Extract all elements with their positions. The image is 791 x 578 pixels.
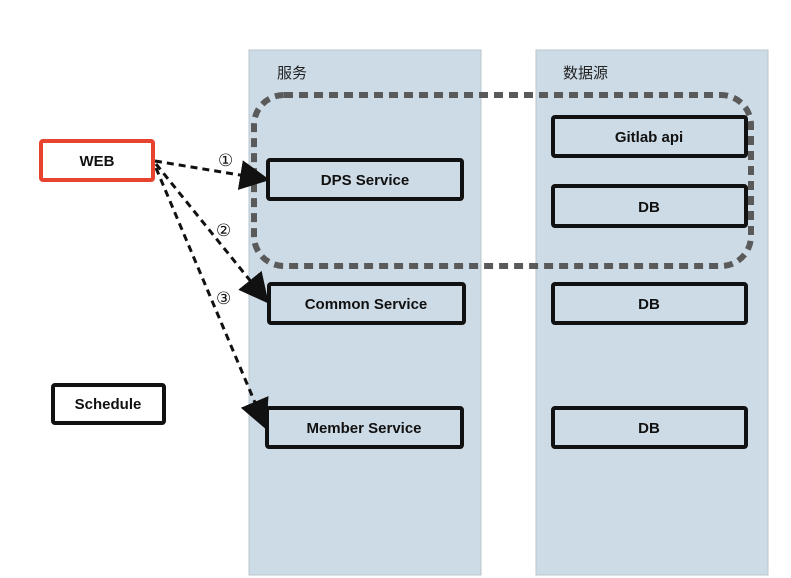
- node-common-service-label: Common Service: [305, 296, 428, 313]
- node-member-service-label: Member Service: [306, 420, 421, 437]
- architecture-diagram: 服务 数据源 WEB Schedule DPS Service Common S…: [39, 49, 769, 576]
- node-gitlab-api-label: Gitlab api: [615, 129, 683, 146]
- edge-label-1: ①: [218, 151, 233, 170]
- node-web-label: WEB: [80, 153, 115, 170]
- edge-label-3: ③: [216, 289, 231, 308]
- edge-label-2: ②: [216, 221, 231, 240]
- node-web[interactable]: WEB: [39, 139, 155, 182]
- node-dps-service-label: DPS Service: [321, 172, 409, 189]
- node-db-member-label: DB: [638, 420, 660, 437]
- node-db-dps-label: DB: [638, 199, 660, 216]
- node-schedule[interactable]: Schedule: [51, 383, 166, 425]
- node-db-common-label: DB: [638, 296, 660, 313]
- edge-web-dps: ①: [154, 151, 270, 190]
- datasources-column-title: 数据源: [563, 65, 608, 82]
- services-column-title: 服务: [277, 65, 307, 82]
- edge-web-member: ③: [154, 167, 269, 430]
- node-schedule-label: Schedule: [75, 396, 142, 413]
